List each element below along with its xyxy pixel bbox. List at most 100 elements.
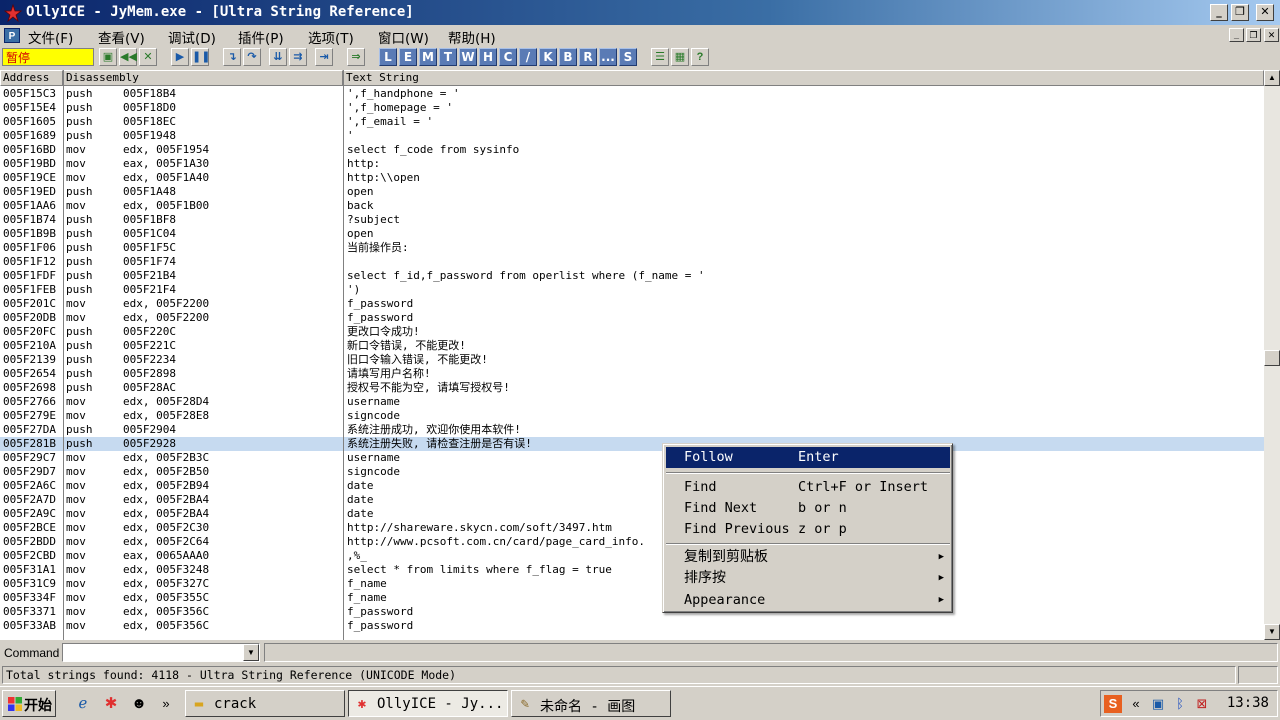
- scroll-down-icon[interactable]: ▼: [1264, 624, 1280, 640]
- menu-item-find-previous[interactable]: Find Previous z or p: [666, 519, 950, 540]
- table-row[interactable]: 005F29D7 mov edx, 005F2B50 signcode: [0, 465, 1264, 479]
- start-button[interactable]: 开始: [2, 690, 56, 717]
- table-row[interactable]: 005F1605 push 005F18EC ',f_email = ': [0, 115, 1264, 129]
- mdi-restore-button[interactable]: ❐: [1246, 28, 1261, 42]
- go-to-icon[interactable]: ⇒: [347, 48, 365, 66]
- table-row[interactable]: 005F19BD mov eax, 005F1A30 http:: [0, 157, 1264, 171]
- mdi-close-button[interactable]: ✕: [1264, 28, 1279, 42]
- task-crack[interactable]: ▬ crack: [185, 690, 345, 717]
- menu-item-find-next[interactable]: Find Next b or n: [666, 498, 950, 519]
- table-row[interactable]: 005F334F mov edx, 005F355C f_name: [0, 591, 1264, 605]
- toolbar-threads-button[interactable]: T: [439, 48, 457, 66]
- vertical-scrollbar[interactable]: ▲ ▼: [1264, 70, 1280, 640]
- table-row[interactable]: 005F15C3 push 005F18B4 ',f_handphone = ': [0, 87, 1264, 101]
- execute-till-return-icon[interactable]: ⇥: [315, 48, 333, 66]
- table-row[interactable]: 005F2A9C mov edx, 005F2BA4 date: [0, 507, 1264, 521]
- table-row[interactable]: 005F19ED push 005F1A48 open: [0, 185, 1264, 199]
- pause-icon[interactable]: ❚❚: [191, 48, 210, 66]
- table-row[interactable]: 005F2139 push 005F2234 旧口令输入错误, 不能更改!: [0, 353, 1264, 367]
- table-row[interactable]: 005F1AA6 mov edx, 005F1B00 back: [0, 199, 1264, 213]
- table-row[interactable]: 005F2BDD mov edx, 005F2C64 http://www.pcsof…: [0, 535, 1264, 549]
- column-header-disassembly[interactable]: Disassembly: [63, 70, 343, 86]
- toolbar-call-stack-button[interactable]: K: [539, 48, 557, 66]
- table-row[interactable]: 005F33AB mov edx, 005F356C f_password: [0, 619, 1264, 633]
- chevron-down-icon[interactable]: ▼: [243, 644, 259, 661]
- menu-item-sort-by[interactable]: 排序按 ▶: [666, 568, 950, 589]
- menu-item-find[interactable]: Find Ctrl+F or Insert: [666, 477, 950, 498]
- options-icon[interactable]: ▦: [671, 48, 689, 66]
- task-paint[interactable]: ✎ 未命名 - 画图: [511, 690, 671, 717]
- face-app-icon[interactable]: ☻: [129, 694, 149, 714]
- table-row[interactable]: 005F31A1 mov edx, 005F3248 select * from li…: [0, 563, 1264, 577]
- step-over-icon[interactable]: ↷: [243, 48, 261, 66]
- table-row[interactable]: 005F201C mov edx, 005F2200 f_password: [0, 297, 1264, 311]
- table-row[interactable]: 005F31C9 mov edx, 005F327C f_name: [0, 577, 1264, 591]
- toolbar-references-button[interactable]: R: [579, 48, 597, 66]
- table-row[interactable]: 005F19CE mov edx, 005F1A40 http:\\open: [0, 171, 1264, 185]
- menu-window[interactable]: 窗口(W): [378, 27, 429, 47]
- task-ollyice[interactable]: ✱ OllyICE - Jy...: [348, 690, 508, 717]
- network-icon[interactable]: ▣: [1149, 695, 1167, 713]
- list-icon[interactable]: ☰: [651, 48, 669, 66]
- table-row[interactable]: 005F210A push 005F221C 新口令错误, 不能更改!: [0, 339, 1264, 353]
- tray-expand-icon[interactable]: «: [1127, 695, 1145, 713]
- menu-item-follow[interactable]: Follow Enter: [666, 447, 950, 468]
- restore-button[interactable]: ❐: [1231, 4, 1249, 21]
- table-row[interactable]: 005F281B push 005F2928 系统注册失败, 请检查注册是否有误!: [0, 437, 1264, 451]
- scroll-up-icon[interactable]: ▲: [1264, 70, 1280, 86]
- network-disconnected-icon[interactable]: ⊠: [1193, 695, 1211, 713]
- table-row[interactable]: 005F2CBD mov eax, 0065AAA0 ,%_: [0, 549, 1264, 563]
- restart-icon[interactable]: ◀◀: [119, 48, 137, 66]
- toolbar-run-trace-button[interactable]: ...: [599, 48, 617, 66]
- table-row[interactable]: 005F1B74 push 005F1BF8 ?subject: [0, 213, 1264, 227]
- table-row[interactable]: 005F2A6C mov edx, 005F2B94 date: [0, 479, 1264, 493]
- open-icon[interactable]: ▣: [99, 48, 117, 66]
- toolbar-cpu-button[interactable]: C: [499, 48, 517, 66]
- ollyice-quicklaunch-icon[interactable]: ✱: [101, 694, 121, 714]
- table-row[interactable]: 005F15E4 push 005F18D0 ',f_homepage = ': [0, 101, 1264, 115]
- table-row[interactable]: 005F279E mov edx, 005F28E8 signcode: [0, 409, 1264, 423]
- table-row[interactable]: 005F2766 mov edx, 005F28D4 username: [0, 395, 1264, 409]
- toolbar-breakpoints-button[interactable]: B: [559, 48, 577, 66]
- menu-item-appearance[interactable]: Appearance ▶: [666, 590, 950, 611]
- toolbar-log-button[interactable]: L: [379, 48, 397, 66]
- run-icon[interactable]: ▶: [171, 48, 189, 66]
- menu-plugins[interactable]: 插件(P): [238, 27, 284, 47]
- bluetooth-icon[interactable]: ᛒ: [1171, 695, 1189, 713]
- toolbar-modules-button[interactable]: E: [399, 48, 417, 66]
- menu-view[interactable]: 查看(V): [98, 27, 145, 47]
- table-row[interactable]: 005F2654 push 005F2898 请填写用户名称!: [0, 367, 1264, 381]
- menu-debug[interactable]: 调试(D): [168, 27, 216, 47]
- trace-into-icon[interactable]: ⇊: [269, 48, 287, 66]
- help-icon[interactable]: ?: [691, 48, 709, 66]
- scrollbar-thumb[interactable]: [1264, 350, 1280, 366]
- table-row[interactable]: 005F1F12 push 005F1F74: [0, 255, 1264, 269]
- column-header-text-string[interactable]: Text String: [343, 70, 1264, 86]
- table-row[interactable]: 005F29C7 mov edx, 005F2B3C username: [0, 451, 1264, 465]
- menu-file[interactable]: 文件(F): [28, 27, 73, 47]
- toolbar-memory-button[interactable]: M: [419, 48, 437, 66]
- column-header-address[interactable]: Address: [0, 70, 63, 86]
- mdi-window-icon[interactable]: P: [4, 28, 20, 43]
- step-into-icon[interactable]: ↴: [223, 48, 241, 66]
- internet-explorer-icon[interactable]: ℯ: [73, 694, 93, 714]
- toolbar-handles-button[interactable]: H: [479, 48, 497, 66]
- trace-over-icon[interactable]: ⇉: [289, 48, 307, 66]
- table-row[interactable]: 005F1FDF push 005F21B4 select f_id,f_passwo…: [0, 269, 1264, 283]
- table-row[interactable]: 005F2698 push 005F28AC 授权号不能为空, 请填写授权号!: [0, 381, 1264, 395]
- toolbar-windows-button[interactable]: W: [459, 48, 477, 66]
- table-row[interactable]: 005F1FEB push 005F21F4 '): [0, 283, 1264, 297]
- menu-options[interactable]: 选项(T): [308, 27, 354, 47]
- table-row[interactable]: 005F20DB mov edx, 005F2200 f_password: [0, 311, 1264, 325]
- menu-item-copy-to-clipboard[interactable]: 复制到剪贴板 ▶: [666, 547, 950, 568]
- table-row[interactable]: 005F27DA push 005F2904 系统注册成功, 欢迎你使用本软件!: [0, 423, 1264, 437]
- table-row[interactable]: 005F3371 mov edx, 005F356C f_password: [0, 605, 1264, 619]
- minimize-button[interactable]: _: [1210, 4, 1228, 21]
- close-program-icon[interactable]: ✕: [139, 48, 157, 66]
- table-row[interactable]: 005F2A7D mov edx, 005F2BA4 date: [0, 493, 1264, 507]
- toolbar-source-button[interactable]: S: [619, 48, 637, 66]
- menu-help[interactable]: 帮助(H): [448, 27, 496, 47]
- table-row[interactable]: 005F1B9B push 005F1C04 open: [0, 227, 1264, 241]
- table-row[interactable]: 005F1689 push 005F1948 ': [0, 129, 1264, 143]
- toolbar-patches-button[interactable]: /: [519, 48, 537, 66]
